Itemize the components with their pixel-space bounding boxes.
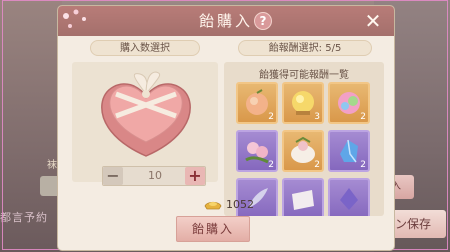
reward-gem[interactable]	[328, 178, 370, 216]
quantity-section-label: 購入数選択	[90, 40, 200, 56]
reward-orb[interactable]: 3	[282, 82, 324, 124]
heart-gift-box-icon	[101, 71, 191, 157]
reward-count: 2	[360, 112, 366, 122]
reward-peach[interactable]: 2	[236, 82, 278, 124]
reward-count: 3	[314, 112, 320, 122]
help-icon[interactable]: ?	[254, 12, 272, 30]
reward-selection-label: 飴報酬選択: 5/5	[238, 40, 372, 56]
reward-flower[interactable]: 2	[236, 130, 278, 172]
rewards-title: 飴獲得可能報酬一覧	[259, 70, 349, 81]
reward-crystal[interactable]: 2	[328, 130, 370, 172]
reward-count: 2	[314, 160, 320, 170]
quantity-panel: 購入数選択 − 10 +	[68, 40, 222, 216]
reward-count: 2	[360, 160, 366, 170]
rewards-panel: 飴報酬選択: 5/5 飴獲得可能報酬一覧 2 3 2 2 2 2	[224, 40, 384, 216]
buy-candy-button[interactable]: 飴購入	[176, 216, 250, 242]
quantity-stepper: − 10 +	[102, 166, 206, 186]
reward-fabric[interactable]	[282, 178, 324, 216]
reward-count: 2	[268, 112, 274, 122]
fabric-icon	[292, 190, 314, 210]
candy-purchase-dialog: 飴購入 ? ✕ 購入数選択 − 10 + 飴報酬選択: 5/5 飴獲得可能報酬一…	[58, 6, 394, 250]
dialog-title: 飴購入	[198, 12, 253, 30]
dialog-title-bar: 飴購入 ? ✕	[58, 6, 394, 36]
currency-amount: 1052	[226, 198, 254, 211]
gold-ingot-icon	[204, 201, 222, 210]
increase-button[interactable]: +	[185, 167, 205, 185]
currency-display: 1052	[204, 197, 284, 213]
close-icon[interactable]: ✕	[362, 10, 384, 32]
gift-box-display: − 10 +	[72, 62, 218, 186]
reward-count: 2	[268, 160, 274, 170]
gem-icon	[340, 188, 358, 210]
reward-swirl[interactable]: 2	[328, 82, 370, 124]
decrease-button[interactable]: −	[103, 167, 123, 185]
reward-rice-cake[interactable]: 2	[282, 130, 324, 172]
quantity-value[interactable]: 10	[123, 167, 187, 185]
rewards-grid: 飴獲得可能報酬一覧 2 3 2 2 2 2	[224, 62, 384, 216]
